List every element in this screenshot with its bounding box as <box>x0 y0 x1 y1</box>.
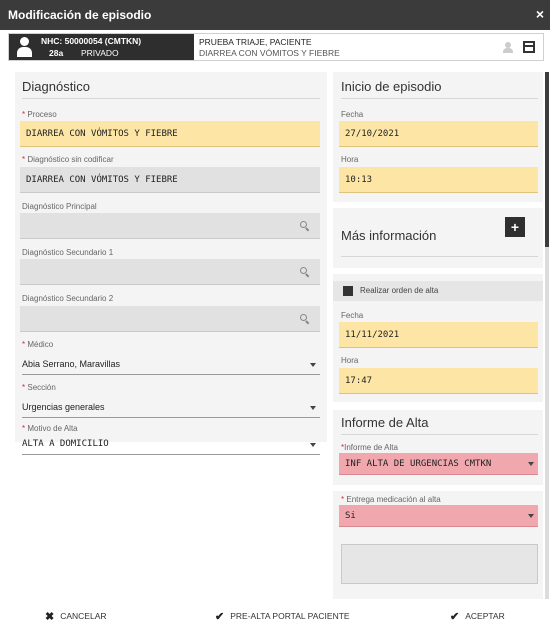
required-mark: * <box>22 110 26 119</box>
required-mark: * <box>22 424 26 433</box>
chevron-down-icon <box>528 462 534 466</box>
patient-id-block: NHC: 50000054 (CMTKN) 28a PRIVADO <box>9 34 194 60</box>
search-icon[interactable] <box>300 314 310 325</box>
pre-alta-button[interactable]: ✔ PRE-ALTA PORTAL PACIENTE <box>215 610 350 623</box>
divider <box>341 256 538 257</box>
check-icon: ✔ <box>215 611 225 623</box>
proceso-field[interactable]: DIARREA CON VÓMITOS Y FIEBRE <box>20 121 320 147</box>
informe-title: Informe de Alta <box>341 415 429 430</box>
entrega-medicacion-label: * Entrega medicación al alta <box>341 495 441 504</box>
motivo-select[interactable]: ALTA A DOMICILIO <box>22 433 320 455</box>
inicio-title: Inicio de episodio <box>341 79 442 94</box>
section-gap <box>333 485 543 491</box>
medico-select[interactable]: Abia Serrano, Maravillas <box>22 353 320 375</box>
alta-hora-label: Hora <box>341 356 359 365</box>
cancel-button[interactable]: ✖ CANCELAR <box>45 610 107 623</box>
search-icon[interactable] <box>300 267 310 278</box>
search-icon[interactable] <box>300 221 310 232</box>
informe-alta-select[interactable]: INF ALTA DE URGENCIAS CMTKN <box>339 453 538 475</box>
entrega-medicacion-select[interactable]: Si <box>339 505 538 527</box>
medico-label: * Médico <box>22 340 54 349</box>
seccion-select[interactable]: Urgencias generales <box>22 396 320 418</box>
add-info-button[interactable]: + <box>505 217 525 237</box>
divider <box>22 98 320 99</box>
scrollbar-thumb[interactable] <box>545 72 549 247</box>
diagnostico-title: Diagnóstico <box>22 79 90 94</box>
close-icon[interactable]: × <box>536 6 544 22</box>
required-mark: * <box>22 155 26 164</box>
divider <box>341 434 538 435</box>
window-title: Modificación de episodio <box>8 8 152 22</box>
inicio-hora-label: Hora <box>341 155 359 164</box>
patient-name: PRUEBA TRIAJE, PACIENTE <box>199 37 312 47</box>
diagnostico-sin-codificar-label: * Diagnóstico sin codificar <box>22 155 114 164</box>
alta-fecha-label: Fecha <box>341 311 364 320</box>
mas-info-title: Más información <box>341 228 437 243</box>
motivo-label: * Motivo de Alta <box>22 424 78 433</box>
orden-alta-checkbox[interactable] <box>343 286 353 296</box>
section-gap <box>333 402 543 410</box>
patient-diagnosis: DIARREA CON VÓMITOS Y FIEBRE <box>199 48 340 58</box>
proceso-label: * Proceso <box>22 110 57 119</box>
orden-alta-row: Realizar orden de alta <box>333 281 543 301</box>
chevron-down-icon <box>528 514 534 518</box>
observaciones-textarea[interactable] <box>341 544 538 584</box>
orden-alta-label: Realizar orden de alta <box>360 286 439 295</box>
chevron-down-icon <box>310 363 316 367</box>
alta-hora-field[interactable]: 17:47 <box>339 368 538 394</box>
required-mark: * <box>22 383 26 392</box>
patient-plan: PRIVADO <box>81 48 119 58</box>
diagnostico-secundario2-field[interactable] <box>20 306 320 332</box>
person-icon <box>17 37 32 57</box>
divider <box>341 98 538 99</box>
diagnostico-sin-codificar-field[interactable]: DIARREA CON VÓMITOS Y FIEBRE <box>20 167 320 193</box>
chevron-down-icon <box>310 443 316 447</box>
inicio-fecha-field[interactable]: 27/10/2021 <box>339 121 538 147</box>
print-icon[interactable] <box>523 41 535 53</box>
user-icon[interactable] <box>503 42 513 53</box>
accept-button[interactable]: ✔ ACEPTAR <box>450 610 505 623</box>
alta-fecha-field[interactable]: 11/11/2021 <box>339 322 538 348</box>
chevron-down-icon <box>310 406 316 410</box>
diagnostico-secundario1-label: Diagnóstico Secundario 1 <box>22 248 114 257</box>
inicio-fecha-label: Fecha <box>341 110 364 119</box>
patient-age: 28a <box>49 48 64 58</box>
informe-alta-label: *Informe de Alta <box>341 443 398 452</box>
check-icon: ✔ <box>450 611 460 623</box>
diagnostico-secundario1-field[interactable] <box>20 259 320 285</box>
required-mark: * <box>341 495 345 504</box>
close-icon: ✖ <box>45 611 55 623</box>
diagnostico-secundario2-label: Diagnóstico Secundario 2 <box>22 294 114 303</box>
footer-bar: ✖ CANCELAR ✔ PRE-ALTA PORTAL PACIENTE ✔ ACE… <box>0 604 550 628</box>
diagnostico-principal-label: Diagnóstico Principal <box>22 202 97 211</box>
patient-nhc: NHC: 50000054 (CMTKN) <box>41 36 142 46</box>
title-bar: Modificación de episodio × <box>0 0 550 30</box>
seccion-label: * Sección <box>22 383 56 392</box>
required-mark: * <box>22 340 26 349</box>
diagnostico-principal-field[interactable] <box>20 213 320 239</box>
patient-banner: NHC: 50000054 (CMTKN) 28a PRIVADO PRUEBA… <box>8 33 544 61</box>
inicio-hora-field[interactable]: 10:13 <box>339 167 538 193</box>
